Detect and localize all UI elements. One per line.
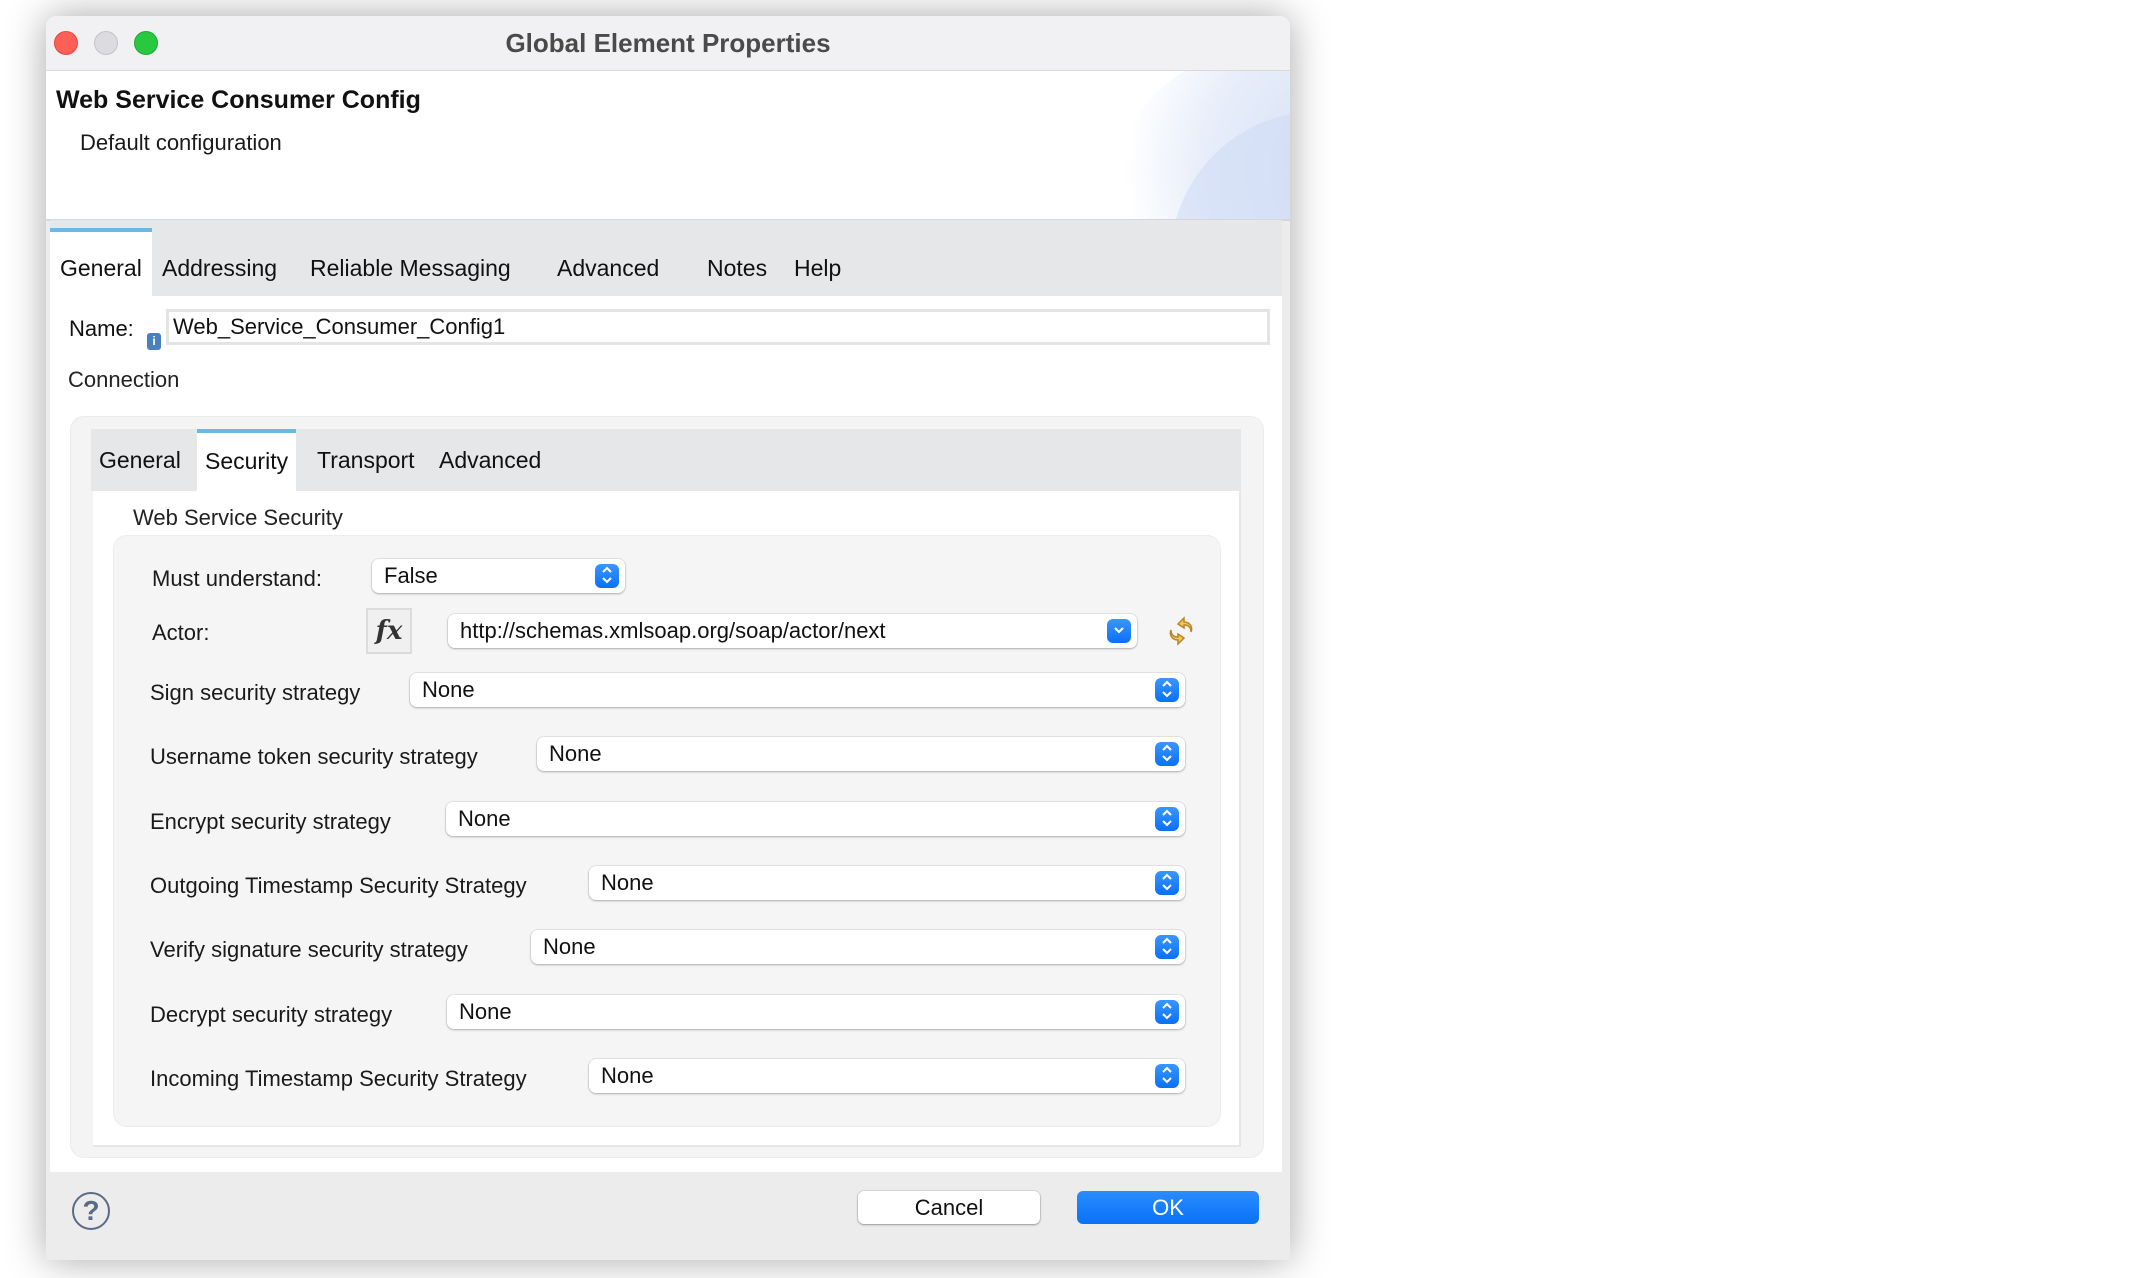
cancel-button[interactable]: Cancel <box>858 1191 1040 1224</box>
up-down-chevron-icon <box>1155 1064 1179 1088</box>
refresh-icon[interactable] <box>1164 614 1198 648</box>
decrypt-security-strategy-label: Decrypt security strategy <box>150 1002 393 1027</box>
decrypt-security-strategy-value: None <box>459 999 512 1024</box>
encrypt-security-strategy-value: None <box>458 806 511 831</box>
outgoing-timestamp-security-strategy-value: None <box>601 870 654 895</box>
incoming-timestamp-security-strategy-label: Incoming Timestamp Security Strategy <box>150 1066 527 1091</box>
actor-value: http://schemas.xmlsoap.org/soap/actor/ne… <box>460 618 886 643</box>
tab-reliable-messaging[interactable]: Reliable Messaging <box>300 228 521 296</box>
username-token-security-strategy-label: Username token security strategy <box>150 744 478 769</box>
up-down-chevron-icon <box>1155 1000 1179 1024</box>
dialog-header: Web Service Consumer Config Default conf… <box>46 71 1290 221</box>
web-service-security-group: Must understand: False Actor: fx http://… <box>113 535 1221 1127</box>
tab-addressing[interactable]: Addressing <box>152 228 287 296</box>
sign-security-strategy-label: Sign security strategy <box>150 680 361 705</box>
decrypt-security-strategy-select[interactable]: None <box>447 995 1185 1029</box>
outgoing-timestamp-security-strategy-select[interactable]: None <box>589 866 1185 900</box>
username-token-security-strategy-select[interactable]: None <box>537 737 1185 771</box>
security-tab-content: Web Service Security Must understand: Fa… <box>93 491 1241 1147</box>
connection-tab-general[interactable]: General <box>91 429 189 491</box>
up-down-chevron-icon <box>1155 871 1179 895</box>
must-understand-label: Must understand: <box>152 566 322 591</box>
title-bar[interactable]: Global Element Properties <box>46 16 1290 71</box>
connection-tab-security[interactable]: Security <box>197 429 297 491</box>
header-title: Web Service Consumer Config <box>56 86 421 114</box>
global-element-properties-dialog: Global Element Properties Web Service Co… <box>46 16 1290 1260</box>
incoming-timestamp-security-strategy-value: None <box>601 1063 654 1088</box>
sign-security-strategy-value: None <box>422 677 475 702</box>
general-tab-content: Name: i Connection General Security Tran… <box>50 296 1282 1172</box>
tab-advanced[interactable]: Advanced <box>547 228 669 296</box>
verify-signature-security-strategy-label: Verify signature security strategy <box>150 937 468 962</box>
actor-combobox[interactable]: http://schemas.xmlsoap.org/soap/actor/ne… <box>448 614 1137 648</box>
tab-notes[interactable]: Notes <box>697 228 777 296</box>
chevron-down-icon[interactable] <box>1107 619 1131 643</box>
name-input[interactable] <box>166 309 1270 345</box>
connection-label: Connection <box>68 367 180 392</box>
username-token-security-strategy-value: None <box>549 741 602 766</box>
up-down-chevron-icon <box>1155 678 1179 702</box>
info-icon: i <box>147 333 161 350</box>
connection-tab-bar: General Security Transport Advanced <box>91 429 1241 491</box>
must-understand-select[interactable]: False <box>372 559 625 593</box>
ok-button[interactable]: OK <box>1077 1191 1259 1224</box>
tab-general[interactable]: General <box>50 228 152 296</box>
name-label: Name: <box>69 316 134 341</box>
sign-security-strategy-select[interactable]: None <box>410 673 1185 707</box>
encrypt-security-strategy-select[interactable]: None <box>446 802 1185 836</box>
verify-signature-security-strategy-value: None <box>543 934 596 959</box>
up-down-chevron-icon <box>595 564 619 588</box>
up-down-chevron-icon <box>1155 742 1179 766</box>
encrypt-security-strategy-label: Encrypt security strategy <box>150 809 391 834</box>
up-down-chevron-icon <box>1155 807 1179 831</box>
help-icon[interactable]: ? <box>72 1192 110 1230</box>
window-title: Global Element Properties <box>505 28 831 58</box>
fx-expression-toggle[interactable]: fx <box>366 608 412 654</box>
incoming-timestamp-security-strategy-select[interactable]: None <box>589 1059 1185 1093</box>
outgoing-timestamp-security-strategy-label: Outgoing Timestamp Security Strategy <box>150 873 527 898</box>
web-service-security-label: Web Service Security <box>133 505 343 530</box>
verify-signature-security-strategy-select[interactable]: None <box>531 930 1185 964</box>
actor-label: Actor: <box>152 620 210 645</box>
connection-tab-transport[interactable]: Transport <box>309 429 423 491</box>
connection-panel: General Security Transport Advanced Web … <box>70 416 1264 1158</box>
main-tab-bar: General Addressing Reliable Messaging Ad… <box>50 220 1282 296</box>
up-down-chevron-icon <box>1155 935 1179 959</box>
tab-help[interactable]: Help <box>784 228 851 296</box>
header-subtitle: Default configuration <box>80 130 282 155</box>
connection-tab-advanced[interactable]: Advanced <box>431 429 549 491</box>
must-understand-value: False <box>384 563 438 588</box>
